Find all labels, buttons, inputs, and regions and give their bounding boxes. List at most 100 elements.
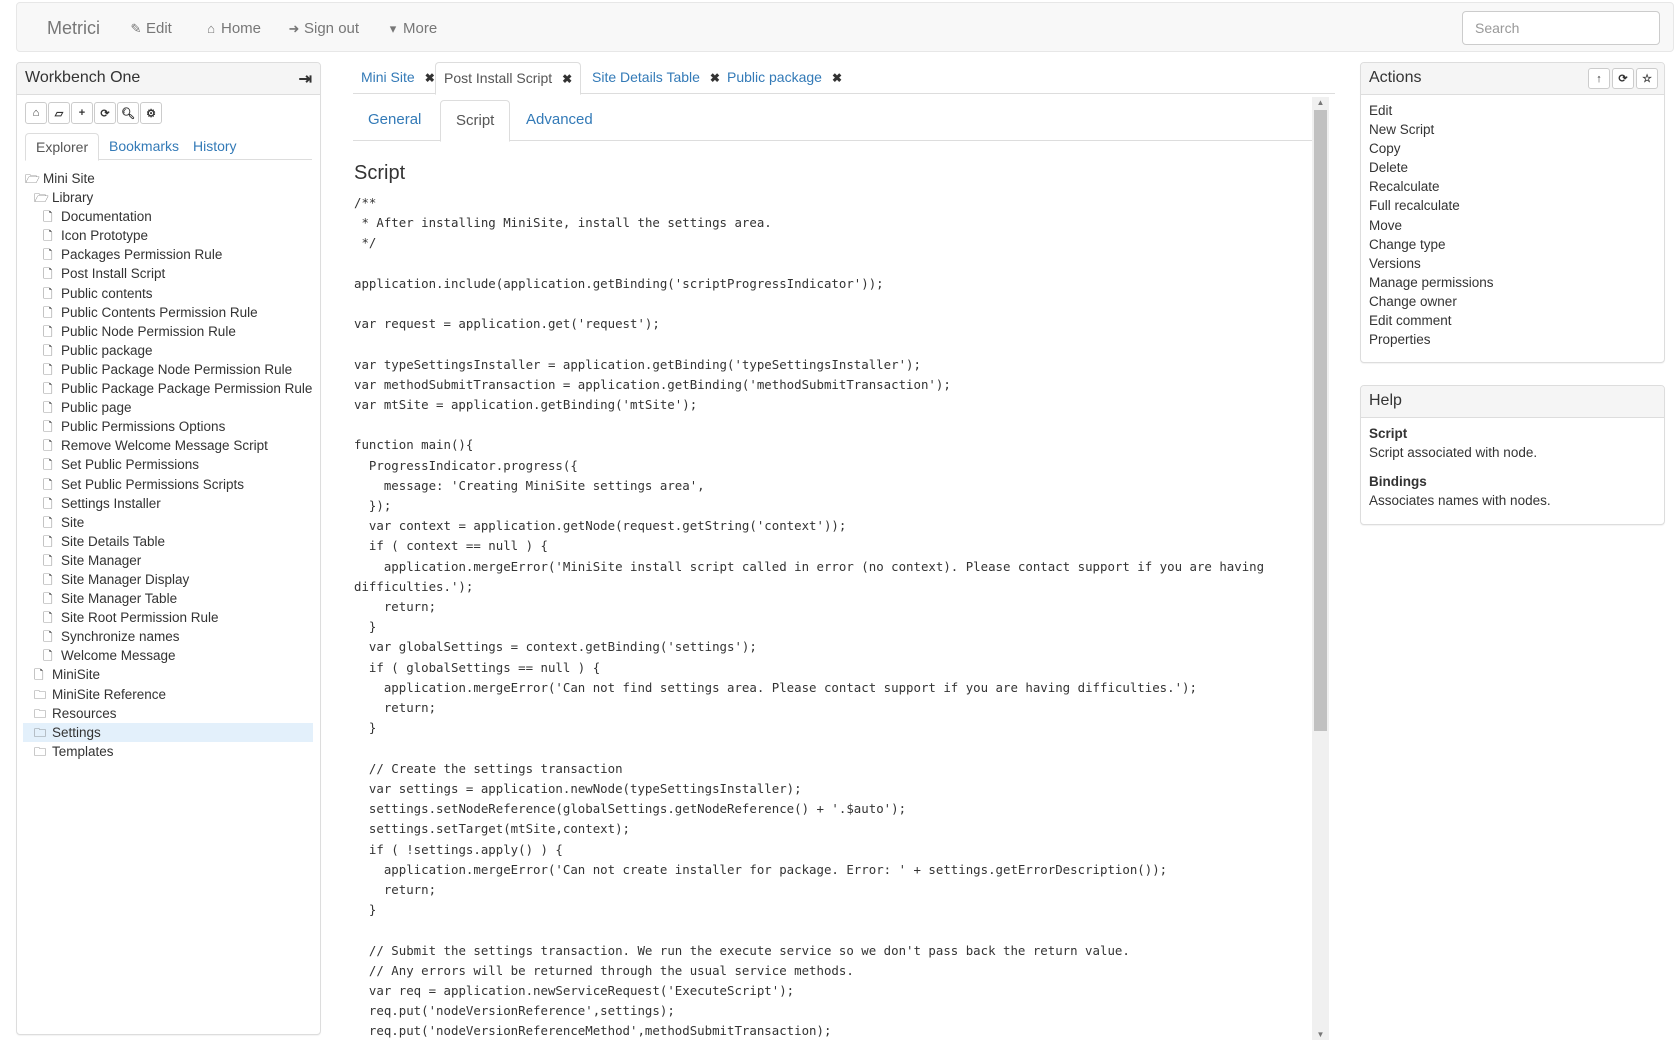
tab-advanced[interactable]: Advanced [511, 100, 608, 141]
action-item[interactable]: Delete [1369, 158, 1656, 177]
file-icon: 🗋 [43, 229, 53, 244]
tree-node[interactable]: 🗋 MiniSite [23, 665, 313, 684]
close-icon[interactable]: ✖ [832, 71, 842, 85]
toolbar-open-button[interactable]: ▱ [48, 102, 70, 124]
workbench-title: Workbench One [25, 69, 141, 86]
file-icon: 🗋 [43, 572, 53, 587]
tree-node[interactable]: 🗋 Site Manager Table [23, 589, 313, 608]
tree-node[interactable]: 🗋 Remove Welcome Message Script [23, 436, 313, 455]
tree-node-label: Library [52, 190, 94, 206]
file-icon: 🗋 [43, 343, 53, 358]
tree-node-label: MiniSite [52, 667, 101, 683]
tree-node[interactable]: 🗋 Public page [23, 398, 313, 417]
action-item[interactable]: New Script [1369, 120, 1656, 139]
navbar: Metrici ✎ Edit ⌂ Home ➜ Sign out ▾ More [16, 2, 1674, 52]
actions-refresh-button[interactable]: ⟳ [1612, 68, 1634, 89]
toolbar-settings-button[interactable]: ⚙ [140, 102, 162, 124]
doc-tab-public-package[interactable]: Public package ✖ [719, 62, 850, 94]
action-item[interactable]: Change owner [1369, 292, 1656, 311]
doc-tab-post-install-script[interactable]: Post Install Script ✖ [435, 62, 582, 95]
tree-node[interactable]: 🗋 Site Root Permission Rule [23, 608, 313, 627]
action-item[interactable]: Properties [1369, 330, 1656, 349]
tab-script[interactable]: Script [440, 100, 511, 142]
help-title: Help [1369, 392, 1402, 409]
action-item[interactable]: Manage permissions [1369, 273, 1656, 292]
home-icon: ⌂ [207, 21, 215, 36]
tree-node[interactable]: 🗋 Set Public Permissions [23, 455, 313, 474]
tree-node[interactable]: 🗋 Public Contents Permission Rule [23, 303, 313, 322]
tree-node[interactable]: 🗋 Public Package Node Permission Rule [23, 360, 313, 379]
scrollbar-thumb[interactable] [1314, 110, 1327, 731]
tree-node-label: Site [61, 514, 85, 530]
tab-general[interactable]: General [353, 100, 436, 141]
doc-tab-site-details-table[interactable]: Site Details Table ✖ [584, 62, 728, 94]
tree-node[interactable]: 🗋 Site Details Table [23, 532, 313, 551]
tab-explorer[interactable]: Explorer [25, 133, 100, 161]
action-item[interactable]: Edit comment [1369, 311, 1656, 330]
close-icon[interactable]: ✖ [425, 71, 435, 85]
tree-node[interactable]: 🗁 Mini Site [23, 169, 313, 188]
tree-node[interactable]: 🗋 Documentation [23, 207, 313, 226]
tree-node[interactable]: 🗋 Public Package Package Permission Rule [23, 379, 313, 398]
content-scrollbar[interactable]: ▲ ▼ [1312, 97, 1329, 1040]
action-item[interactable]: Copy [1369, 139, 1656, 158]
tree-node[interactable]: 🗀 Templates [23, 742, 313, 761]
file-icon: 🗋 [43, 477, 53, 492]
tree-node[interactable]: 🗋 Post Install Script [23, 264, 313, 283]
doc-tab-mini-site[interactable]: Mini Site ✖ [353, 62, 443, 94]
close-icon[interactable]: ✖ [562, 72, 572, 86]
toolbar-search-button[interactable]: 🔍︎ [117, 102, 139, 124]
tree-node[interactable]: 🗋 Settings Installer [23, 494, 313, 513]
action-item[interactable]: Edit [1369, 101, 1656, 120]
tree-node[interactable]: 🗋 Public Node Permission Rule [23, 322, 313, 341]
tree-node[interactable]: 🗁 Library [23, 188, 313, 207]
tree-node[interactable]: 🗋 Set Public Permissions Scripts [23, 475, 313, 494]
tree-node[interactable]: 🗋 Public contents [23, 284, 313, 303]
file-icon: 🗋 [43, 592, 53, 607]
nav-edit-link[interactable]: ✎ Edit [129, 20, 172, 37]
tree-node-label: Site Manager Table [61, 591, 178, 607]
tree-node[interactable]: 🗋 Welcome Message [23, 646, 313, 665]
tree-node[interactable]: 🗀 Resources [23, 704, 313, 723]
toolbar-add-button[interactable]: + [71, 102, 93, 124]
script-heading: Script [354, 162, 406, 184]
file-icon: 🗋 [43, 267, 53, 282]
tab-history[interactable]: History [183, 133, 247, 160]
tree-node[interactable]: 🗋 Public Permissions Options [23, 417, 313, 436]
tree-node[interactable]: 🗋 Public package [23, 341, 313, 360]
toolbar-refresh-button[interactable]: ⟳ [94, 102, 116, 124]
tab-bookmarks[interactable]: Bookmarks [99, 133, 189, 160]
tree-node[interactable]: 🗀 Settings [23, 722, 313, 742]
sign-out-icon[interactable]: ⇥ [299, 69, 312, 89]
toolbar-home-button[interactable]: ⌂ [25, 102, 47, 124]
help-panel: Help Script Script associated with node.… [1360, 385, 1665, 525]
actions-bookmark-button[interactable]: ☆ [1636, 68, 1658, 89]
nav-home-link[interactable]: ⌂ Home [204, 20, 261, 37]
nav-more-dropdown[interactable]: ▾ More [386, 20, 437, 37]
action-item[interactable]: Versions [1369, 254, 1656, 273]
scroll-down-arrow-icon[interactable]: ▼ [1312, 1030, 1329, 1039]
action-item[interactable]: Full recalculate [1369, 196, 1656, 215]
tree-node[interactable]: 🗋 Icon Prototype [23, 226, 313, 245]
scroll-up-arrow-icon[interactable]: ▲ [1312, 98, 1329, 107]
file-icon: 🗋 [43, 439, 53, 454]
tree-node[interactable]: 🗋 Packages Permission Rule [23, 245, 313, 264]
action-item[interactable]: Change type [1369, 235, 1656, 254]
brand-logo[interactable]: Metrici [47, 18, 100, 39]
action-item[interactable]: Recalculate [1369, 177, 1656, 196]
tree-node[interactable]: 🗋 Synchronize names [23, 627, 313, 646]
action-item[interactable]: Move [1369, 216, 1656, 235]
tree-node[interactable]: 🗀 MiniSite Reference [23, 685, 313, 704]
tree-node-label: Icon Prototype [61, 228, 149, 244]
folder-icon: 🗀 [34, 706, 47, 721]
file-icon: 🗋 [43, 611, 53, 626]
search-icon: 🔍︎ [121, 107, 135, 120]
actions-up-button[interactable]: ↑ [1588, 68, 1610, 89]
script-code: /** * After installing MiniSite, install… [354, 195, 1265, 1039]
tree-node[interactable]: 🗋 Site Manager Display [23, 570, 313, 589]
nav-edit-label: Edit [146, 20, 172, 37]
tree-node[interactable]: 🗋 Site [23, 513, 313, 532]
search-input[interactable] [1462, 11, 1660, 45]
nav-sign-out-link[interactable]: ➜ Sign out [287, 20, 360, 37]
tree-node[interactable]: 🗋 Site Manager [23, 551, 313, 570]
